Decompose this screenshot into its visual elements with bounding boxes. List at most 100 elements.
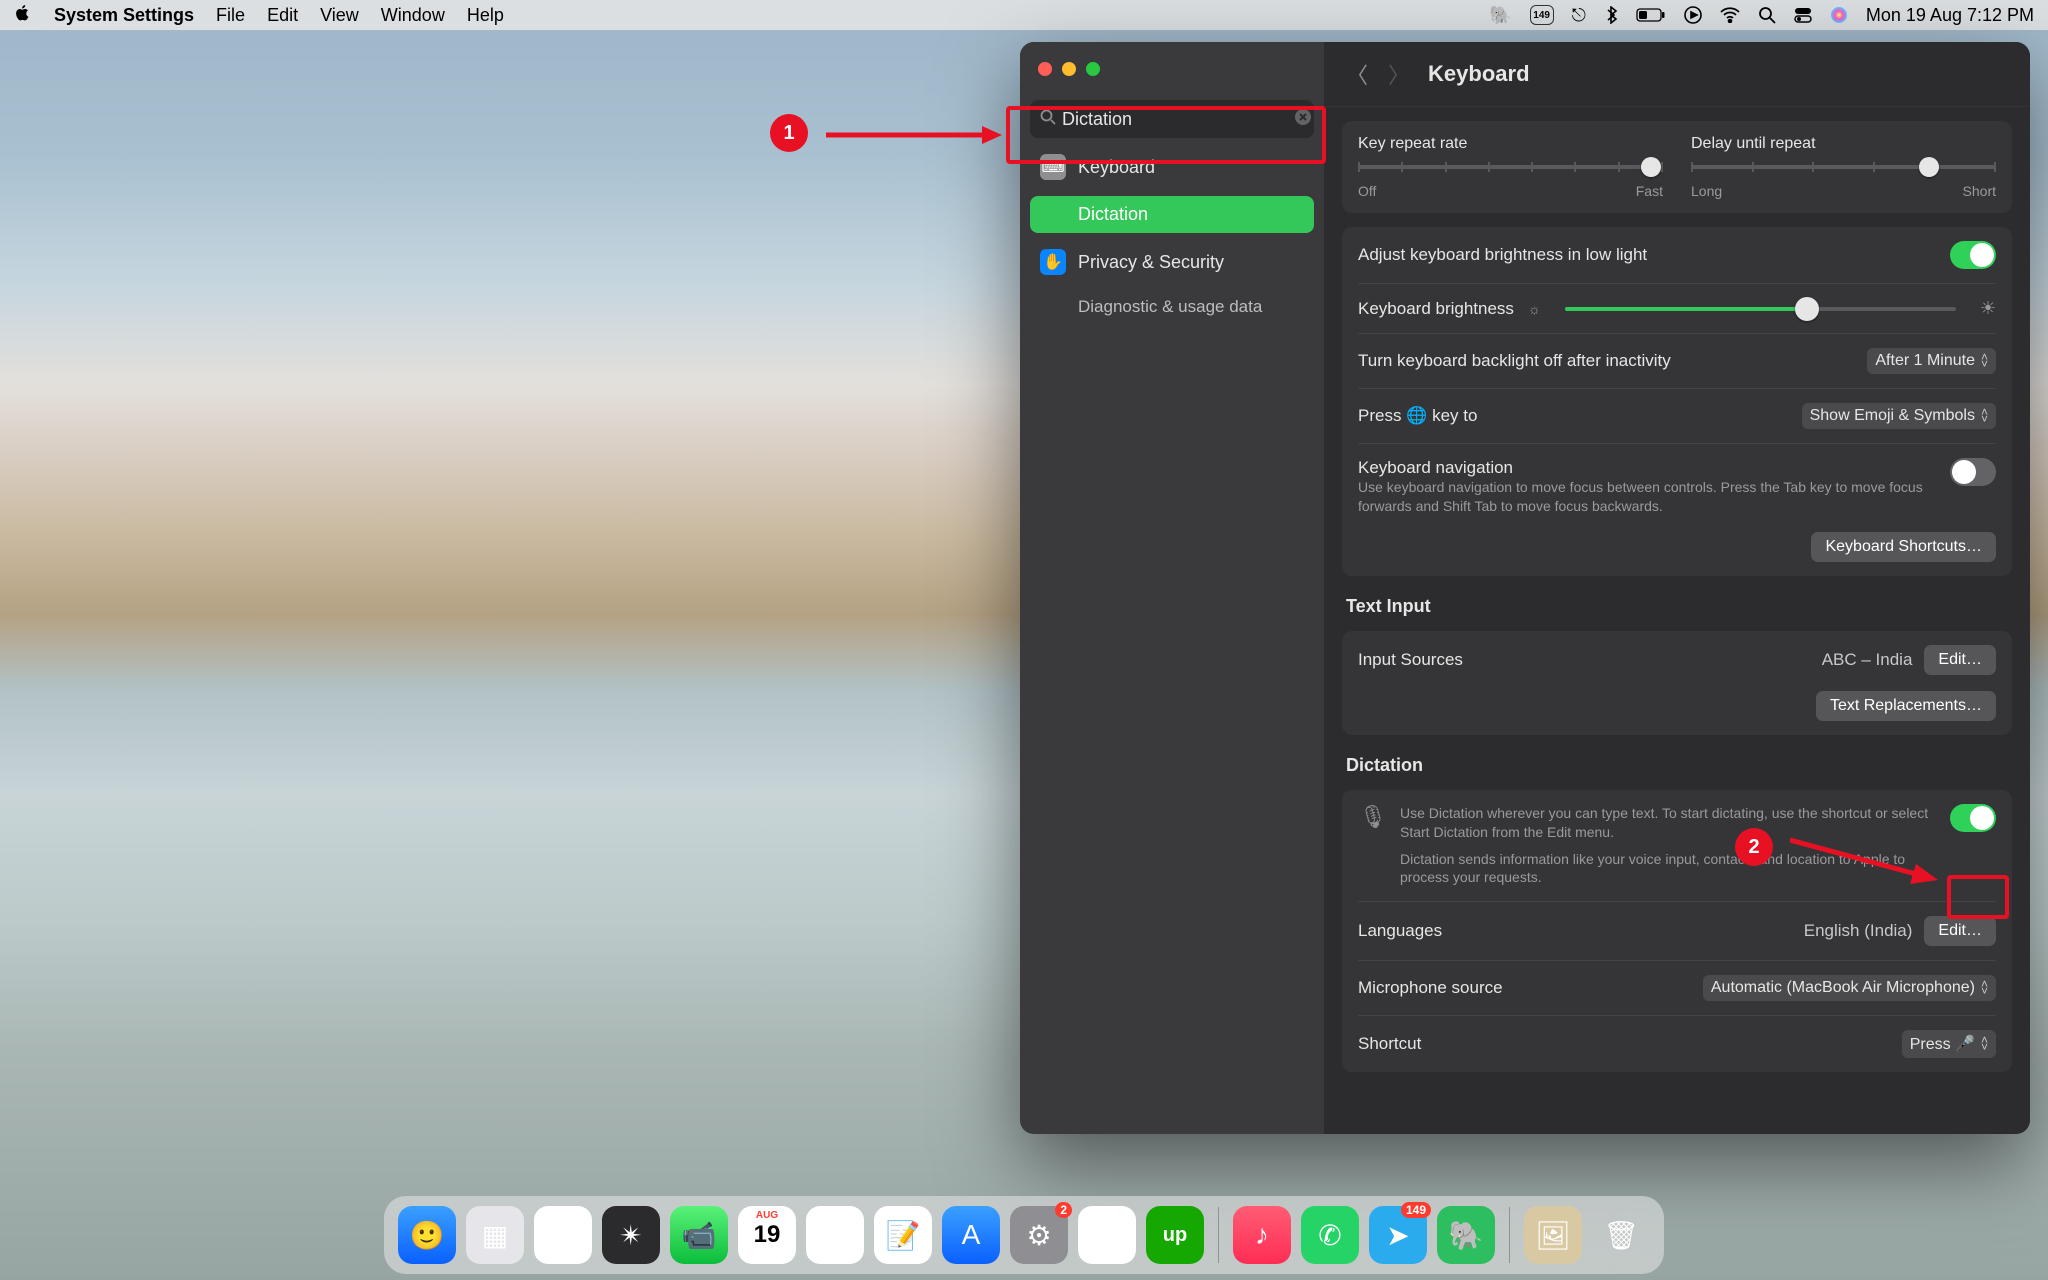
sidebar-item-keyboard[interactable]: ⌨︎ Keyboard [1030, 146, 1314, 188]
dock-icon-reminders[interactable]: ☰ [806, 1206, 864, 1264]
brightness-slider[interactable] [1565, 307, 1956, 311]
input-sources-value: ABC – India [1822, 650, 1913, 670]
desktop: System Settings File Edit View Window He… [0, 0, 2048, 1280]
control-center-icon[interactable] [1794, 7, 1812, 23]
backlight-off-value: After 1 Minute [1875, 352, 1975, 370]
panel-title: Keyboard [1428, 61, 1529, 87]
globe-key-label: Press 🌐 key to [1358, 406, 1477, 426]
sidebar-item-privacy[interactable]: ✋ Privacy & Security [1030, 241, 1314, 283]
spotlight-search-icon[interactable] [1758, 6, 1776, 24]
panel-header: 〈 〉 Keyboard [1324, 42, 2030, 107]
dictation-toggle[interactable] [1950, 804, 1996, 832]
keyboard-options-card: Adjust keyboard brightness in low light … [1342, 227, 2012, 576]
slider-right-label: Short [1963, 183, 1996, 199]
menubar-badge-icon[interactable]: 149 [1530, 5, 1554, 25]
dock-icon-whatsapp[interactable]: ✆ [1301, 1206, 1359, 1264]
annotation-arrow-1 [826, 126, 1002, 144]
dictation-desc-1: Use Dictation wherever you can type text… [1400, 804, 1938, 842]
menubar-datetime[interactable]: Mon 19 Aug 7:12 PM [1866, 5, 2034, 26]
window-minimize-button[interactable] [1062, 62, 1076, 76]
languages-edit-button[interactable]: Edit… [1924, 916, 1996, 946]
globe-key-popup[interactable]: Show Emoji & Symbols ˄˅ [1802, 403, 1996, 429]
menubar-app-name[interactable]: System Settings [54, 5, 194, 26]
chevron-updown-icon: ˄˅ [1981, 1037, 1988, 1051]
window-zoom-button[interactable] [1086, 62, 1100, 76]
text-replacements-button[interactable]: Text Replacements… [1816, 691, 1996, 721]
wifi-icon[interactable] [1720, 7, 1740, 23]
privacy-icon: ✋ [1040, 249, 1066, 275]
dock-icon-notes[interactable]: 📝 [874, 1206, 932, 1264]
backlight-off-popup[interactable]: After 1 Minute ˄˅ [1867, 348, 1996, 374]
slider-right-label: Fast [1636, 183, 1663, 199]
menu-view[interactable]: View [320, 5, 359, 26]
nav-back-icon[interactable]: 〈 [1346, 58, 1368, 90]
chevron-updown-icon: ˄˅ [1981, 354, 1988, 368]
bluetooth-icon[interactable] [1604, 6, 1618, 24]
siri-icon[interactable] [1830, 6, 1848, 24]
dock-icon-evernote[interactable]: 🐘 [1437, 1206, 1495, 1264]
slider-left-label: Off [1358, 183, 1376, 199]
key-repeat-card: Key repeat rate Off Slow Fast [1342, 121, 2012, 213]
key-repeat-label: Key repeat rate [1358, 135, 1663, 153]
globe-key-value: Show Emoji & Symbols [1810, 407, 1975, 425]
shortcut-popup[interactable]: Press 🎤 ˄˅ [1902, 1030, 1996, 1058]
dock-icon-music[interactable]: ♪ [1233, 1206, 1291, 1264]
battery-icon[interactable] [1636, 8, 1666, 22]
keyboard-nav-toggle[interactable] [1950, 458, 1996, 486]
delay-repeat-slider[interactable] [1691, 165, 1996, 169]
creative-cloud-icon[interactable]: ⎋ [1572, 5, 1586, 26]
shortcut-label: Shortcut [1358, 1034, 1421, 1054]
dock-separator [1509, 1207, 1510, 1263]
adjust-brightness-label: Adjust keyboard brightness in low light [1358, 245, 1647, 265]
dock-icon-facetime[interactable]: 📹 [670, 1206, 728, 1264]
adjust-brightness-toggle[interactable] [1950, 241, 1996, 269]
settings-sidebar: ⌨︎ Keyboard Dictation ✋ Privacy & Securi… [1020, 42, 1324, 1134]
search-clear-icon[interactable] [1294, 108, 1312, 131]
menu-file[interactable]: File [216, 5, 245, 26]
settings-search-field[interactable] [1030, 100, 1314, 138]
dock-icon-trash[interactable]: 🗑 [1592, 1206, 1650, 1264]
nav-forward-icon: 〉 [1388, 58, 1410, 90]
search-input[interactable] [1062, 109, 1294, 130]
menu-help[interactable]: Help [467, 5, 504, 26]
annotation-badge-1: 1 [770, 114, 808, 152]
keyboard-shortcuts-button[interactable]: Keyboard Shortcuts… [1811, 532, 1996, 562]
dock-icon-chrome[interactable]: ◉ [534, 1206, 592, 1264]
window-close-button[interactable] [1038, 62, 1052, 76]
menu-edit[interactable]: Edit [267, 5, 298, 26]
mic-source-popup[interactable]: Automatic (MacBook Air Microphone) ˄˅ [1703, 975, 1996, 1001]
dictation-desc-2: Dictation sends information like your vo… [1400, 850, 1938, 888]
dock: 🙂▦◉✴︎📹AUG19☰📝A⚙︎2✱up ♪✆➤149🐘 🖼🗑 [384, 1196, 1664, 1274]
dock-icon-calendar[interactable]: AUG19 [738, 1206, 796, 1264]
apple-menu-icon[interactable] [14, 4, 32, 27]
dock-icon-preview[interactable]: 🖼 [1524, 1206, 1582, 1264]
menu-window[interactable]: Window [381, 5, 445, 26]
dock-icon-slack[interactable]: ✱ [1078, 1206, 1136, 1264]
dictation-heading: Dictation [1342, 749, 2012, 776]
brightness-label: Keyboard brightness [1358, 299, 1514, 319]
chevron-updown-icon: ˄˅ [1981, 981, 1988, 995]
dock-icon-appstore[interactable]: A [942, 1206, 1000, 1264]
input-sources-label: Input Sources [1358, 650, 1463, 670]
dock-icon-fcp[interactable]: ✴︎ [602, 1206, 660, 1264]
dock-icon-finder[interactable]: 🙂 [398, 1206, 456, 1264]
dock-icon-telegram[interactable]: ➤149 [1369, 1206, 1427, 1264]
dock-icon-upwork[interactable]: up [1146, 1206, 1204, 1264]
keyboard-nav-label: Keyboard navigation [1358, 458, 1936, 478]
sidebar-sub-item[interactable]: Diagnostic & usage data [1030, 291, 1314, 323]
keyboard-icon: ⌨︎ [1040, 154, 1066, 180]
sidebar-item-dictation[interactable]: Dictation [1030, 196, 1314, 233]
backlight-off-label: Turn keyboard backlight off after inacti… [1358, 351, 1671, 371]
text-input-heading: Text Input [1342, 590, 2012, 617]
screen-mirroring-icon[interactable] [1684, 6, 1702, 24]
dock-icon-launchpad[interactable]: ▦ [466, 1206, 524, 1264]
slider-left-label: Long [1691, 183, 1722, 199]
key-repeat-slider[interactable] [1358, 165, 1663, 169]
sidebar-item-label: Keyboard [1078, 157, 1155, 178]
dock-separator [1218, 1207, 1219, 1263]
evernote-menubar-icon[interactable]: 🐘 [1489, 5, 1511, 26]
input-sources-edit-button[interactable]: Edit… [1924, 645, 1996, 675]
search-icon [1040, 109, 1056, 130]
languages-label: Languages [1358, 921, 1442, 941]
dock-icon-settings[interactable]: ⚙︎2 [1010, 1206, 1068, 1264]
